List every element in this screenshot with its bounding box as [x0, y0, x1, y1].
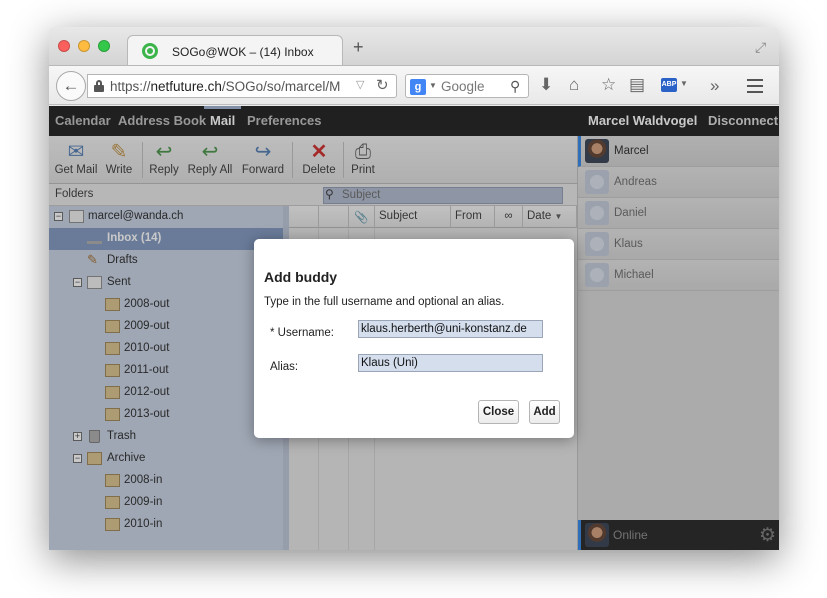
search-placeholder[interactable]: Google	[441, 79, 485, 94]
username-label: * Username:	[270, 327, 334, 339]
alias-field[interactable]	[358, 354, 543, 372]
lock-icon	[94, 80, 104, 92]
url-text[interactable]: https://netfuture.ch/SOGo/so/marcel/Ma	[110, 79, 340, 94]
add-button[interactable]: Add	[529, 400, 560, 424]
home-icon[interactable]: ⌂	[569, 75, 579, 95]
dialog-title: Add buddy	[264, 269, 338, 285]
zoom-window-button[interactable]	[98, 40, 110, 52]
sogo-favicon-icon	[142, 43, 158, 59]
google-logo-icon[interactable]: g	[410, 79, 426, 95]
back-button[interactable]: ←	[56, 71, 86, 101]
minimize-window-button[interactable]	[78, 40, 90, 52]
search-icon[interactable]: ⚲	[510, 78, 520, 95]
browser-tab[interactable]: SOGo@WOK – (14) Inbox	[127, 35, 343, 66]
username-field[interactable]	[358, 320, 543, 338]
adblock-icon[interactable]: ABP	[661, 78, 677, 92]
downloads-icon[interactable]: ⬇	[539, 75, 553, 95]
reload-icon[interactable]: ↻	[376, 76, 389, 94]
close-button[interactable]: Close	[478, 400, 519, 424]
url-history-dropdown-icon[interactable]: ▽	[356, 78, 364, 91]
title-bar: SOGo@WOK – (14) Inbox + ⤢	[49, 27, 779, 66]
bookmark-star-icon[interactable]: ☆	[601, 75, 616, 95]
navigation-bar: https://netfuture.ch/SOGo/so/marcel/Ma ▽…	[49, 65, 779, 105]
url-bar[interactable]: https://netfuture.ch/SOGo/so/marcel/Ma ▽…	[87, 74, 397, 98]
add-buddy-dialog: Add buddy Type in the full username and …	[254, 239, 574, 438]
close-window-button[interactable]	[58, 40, 70, 52]
search-engine-dropdown-icon[interactable]: ▼	[429, 81, 437, 90]
dialog-description: Type in the full username and optional a…	[264, 296, 505, 308]
search-bar[interactable]: g ▼ Google ⚲	[405, 74, 529, 98]
new-tab-button[interactable]: +	[353, 38, 364, 56]
fullscreen-icon[interactable]: ⤢	[755, 39, 766, 56]
adblock-dropdown-icon[interactable]: ▼	[680, 79, 688, 88]
alias-label: Alias:	[270, 361, 299, 373]
hamburger-menu-icon[interactable]	[747, 79, 763, 93]
bookmarks-list-icon[interactable]: ▤	[629, 75, 645, 95]
overflow-chevron-icon[interactable]: »	[710, 76, 719, 96]
tab-title: SOGo@WOK – (14) Inbox	[172, 45, 314, 59]
